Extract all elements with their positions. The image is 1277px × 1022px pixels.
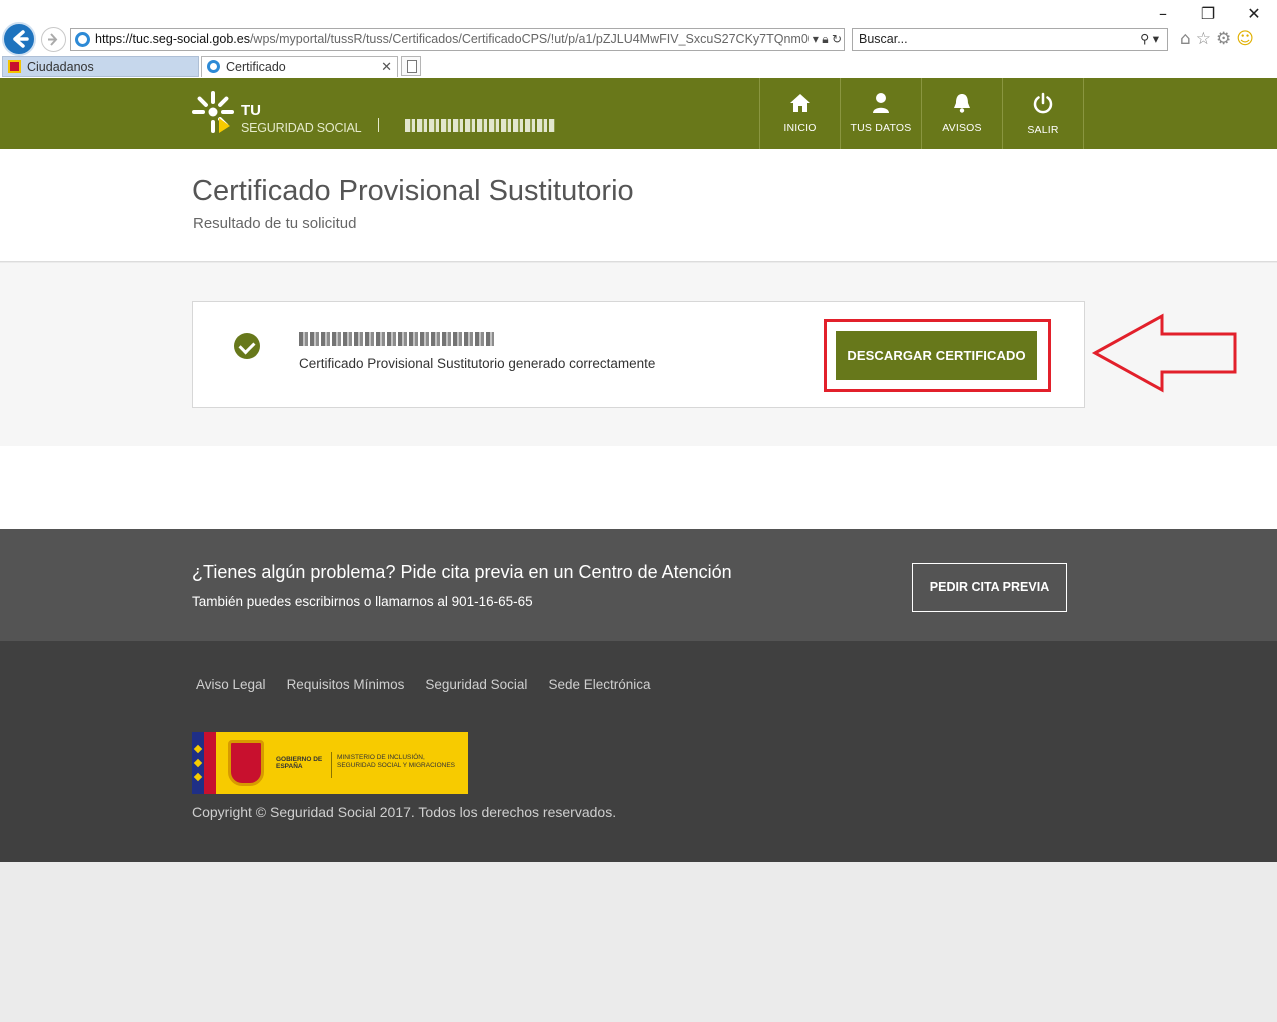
download-certificate-button[interactable]: DESCARGAR CERTIFICADO [836, 331, 1037, 380]
power-icon [1033, 92, 1053, 114]
back-button[interactable] [2, 22, 36, 56]
restore-icon[interactable]: ❐ [1196, 4, 1220, 23]
nav-label: SALIR [1027, 124, 1059, 136]
ie-icon [207, 60, 220, 73]
help-subtitle: También puedes escribirnos o llamarnos a… [192, 594, 533, 609]
page-title: Certificado Provisional Sustitutorio [192, 175, 634, 207]
footer-link-aviso-legal[interactable]: Aviso Legal [196, 677, 266, 692]
gear-icon[interactable]: ⚙ [1216, 29, 1236, 49]
home-icon[interactable]: ⌂ [1180, 29, 1196, 49]
gov-logo-divider [331, 752, 332, 778]
browser-chrome: – ❐ ✕ https://tuc.seg-social.gob.es/wps/… [0, 0, 1277, 78]
pedir-cita-previa-button[interactable]: PEDIR CITA PREVIA [912, 563, 1067, 612]
footer-link-sede-electronica[interactable]: Sede Electrónica [548, 677, 650, 692]
footer-link-requisitos-minimos[interactable]: Requisitos Mínimos [287, 677, 405, 692]
check-circle-icon [234, 333, 260, 359]
red-arrow-annotation-icon [1091, 313, 1237, 393]
footer-links: Aviso Legal Requisitos Mínimos Seguridad… [196, 677, 672, 692]
address-host: https://tuc.seg-social.gob.es [95, 32, 250, 46]
main-nav: INICIO TUS DATOS AVISOS SALIR [759, 78, 1084, 149]
copyright-text: Copyright © Seguridad Social 2017. Todos… [192, 804, 617, 820]
home-icon [790, 94, 810, 112]
ie-icon [75, 32, 90, 47]
eu-flag-icon [192, 732, 204, 794]
nav-tus-datos[interactable]: TUS DATOS [841, 78, 922, 149]
address-bar[interactable]: https://tuc.seg-social.gob.es/wps/myport… [70, 28, 845, 51]
close-tab-icon[interactable]: ✕ [381, 57, 392, 77]
title-band: Certificado Provisional Sustitutorio Res… [0, 149, 1277, 262]
result-area: Certificado Provisional Sustitutorio gen… [0, 263, 1277, 446]
lock-icon[interactable]: 🔒︎ [822, 32, 828, 46]
arrow-left-icon [13, 30, 29, 48]
page-background [0, 862, 1277, 1022]
seguridad-social-logo-icon[interactable] [192, 90, 234, 134]
help-title: ¿Tienes algún problema? Pide cita previa… [192, 562, 732, 582]
tab-label: Certificado [226, 60, 286, 74]
nav-avisos[interactable]: AVISOS [922, 78, 1003, 149]
smiley-icon[interactable]: ☺ [1236, 29, 1259, 49]
tab-label: Ciudadanos [27, 60, 94, 74]
nav-salir[interactable]: SALIR [1003, 78, 1084, 149]
close-window-icon[interactable]: ✕ [1242, 4, 1266, 23]
user-icon [873, 93, 889, 113]
minimize-icon[interactable]: – [1151, 4, 1175, 23]
search-input[interactable]: Buscar... ⚲ ▾ [852, 28, 1168, 51]
footer: Aviso Legal Requisitos Mínimos Seguridad… [0, 641, 1277, 862]
nav-label: INICIO [783, 122, 817, 134]
new-tab-button[interactable] [401, 56, 421, 76]
tab-certificado[interactable]: Certificado ✕ [201, 56, 398, 77]
tab-ciudadanos[interactable]: Ciudadanos [2, 56, 199, 77]
help-band: ¿Tienes algún problema? Pide cita previa… [0, 529, 1277, 641]
result-message: Certificado Provisional Sustitutorio gen… [299, 356, 656, 371]
nav-label: TUS DATOS [850, 122, 912, 134]
arrow-right-icon [48, 33, 58, 46]
result-card: Certificado Provisional Sustitutorio gen… [192, 301, 1085, 408]
gobierno-espana-logo[interactable]: GOBIERNO DE ESPAÑA MINISTERIO DE INCLUSI… [192, 732, 468, 794]
forward-button[interactable] [41, 27, 66, 52]
user-name-redacted [405, 119, 555, 132]
footer-link-seguridad-social[interactable]: Seguridad Social [425, 677, 527, 692]
page-subtitle: Resultado de tu solicitud [193, 215, 357, 232]
dropdown-icon[interactable]: ▾ [813, 32, 819, 46]
header-divider [378, 118, 379, 132]
toolbar-icons: ⌂☆⚙☺ [1180, 29, 1259, 49]
nav-inicio[interactable]: INICIO [760, 78, 841, 149]
gov-logo-left-text: GOBIERNO DE ESPAÑA [276, 756, 323, 770]
bell-icon [954, 94, 970, 113]
site-header: TU SEGURIDAD SOCIAL INICIO TUS DATOS AVI… [0, 78, 1277, 149]
search-icon[interactable]: ⚲ ▾ [1140, 29, 1159, 50]
refresh-icon[interactable]: ↻ [832, 32, 842, 46]
spacer-band [0, 446, 1277, 529]
coat-of-arms-icon [228, 740, 264, 786]
logo-text-seguridad-social: SEGURIDAD SOCIAL [241, 121, 362, 135]
red-stripe [204, 732, 216, 794]
logo-text-tu: TU [241, 102, 261, 119]
nav-label: AVISOS [942, 122, 982, 134]
favicon-icon [8, 60, 21, 73]
search-placeholder: Buscar... [859, 32, 908, 46]
holder-name-redacted [299, 332, 494, 346]
address-path: /wps/myportal/tussR/tuss/Certificados/Ce… [249, 32, 822, 46]
address-bar-icons[interactable]: ▾ 🔒︎ ↻ [808, 29, 842, 50]
gov-logo-right-text: MINISTERIO DE INCLUSIÓN, SEGURIDAD SOCIA… [337, 754, 455, 769]
star-icon[interactable]: ☆ [1196, 29, 1216, 49]
